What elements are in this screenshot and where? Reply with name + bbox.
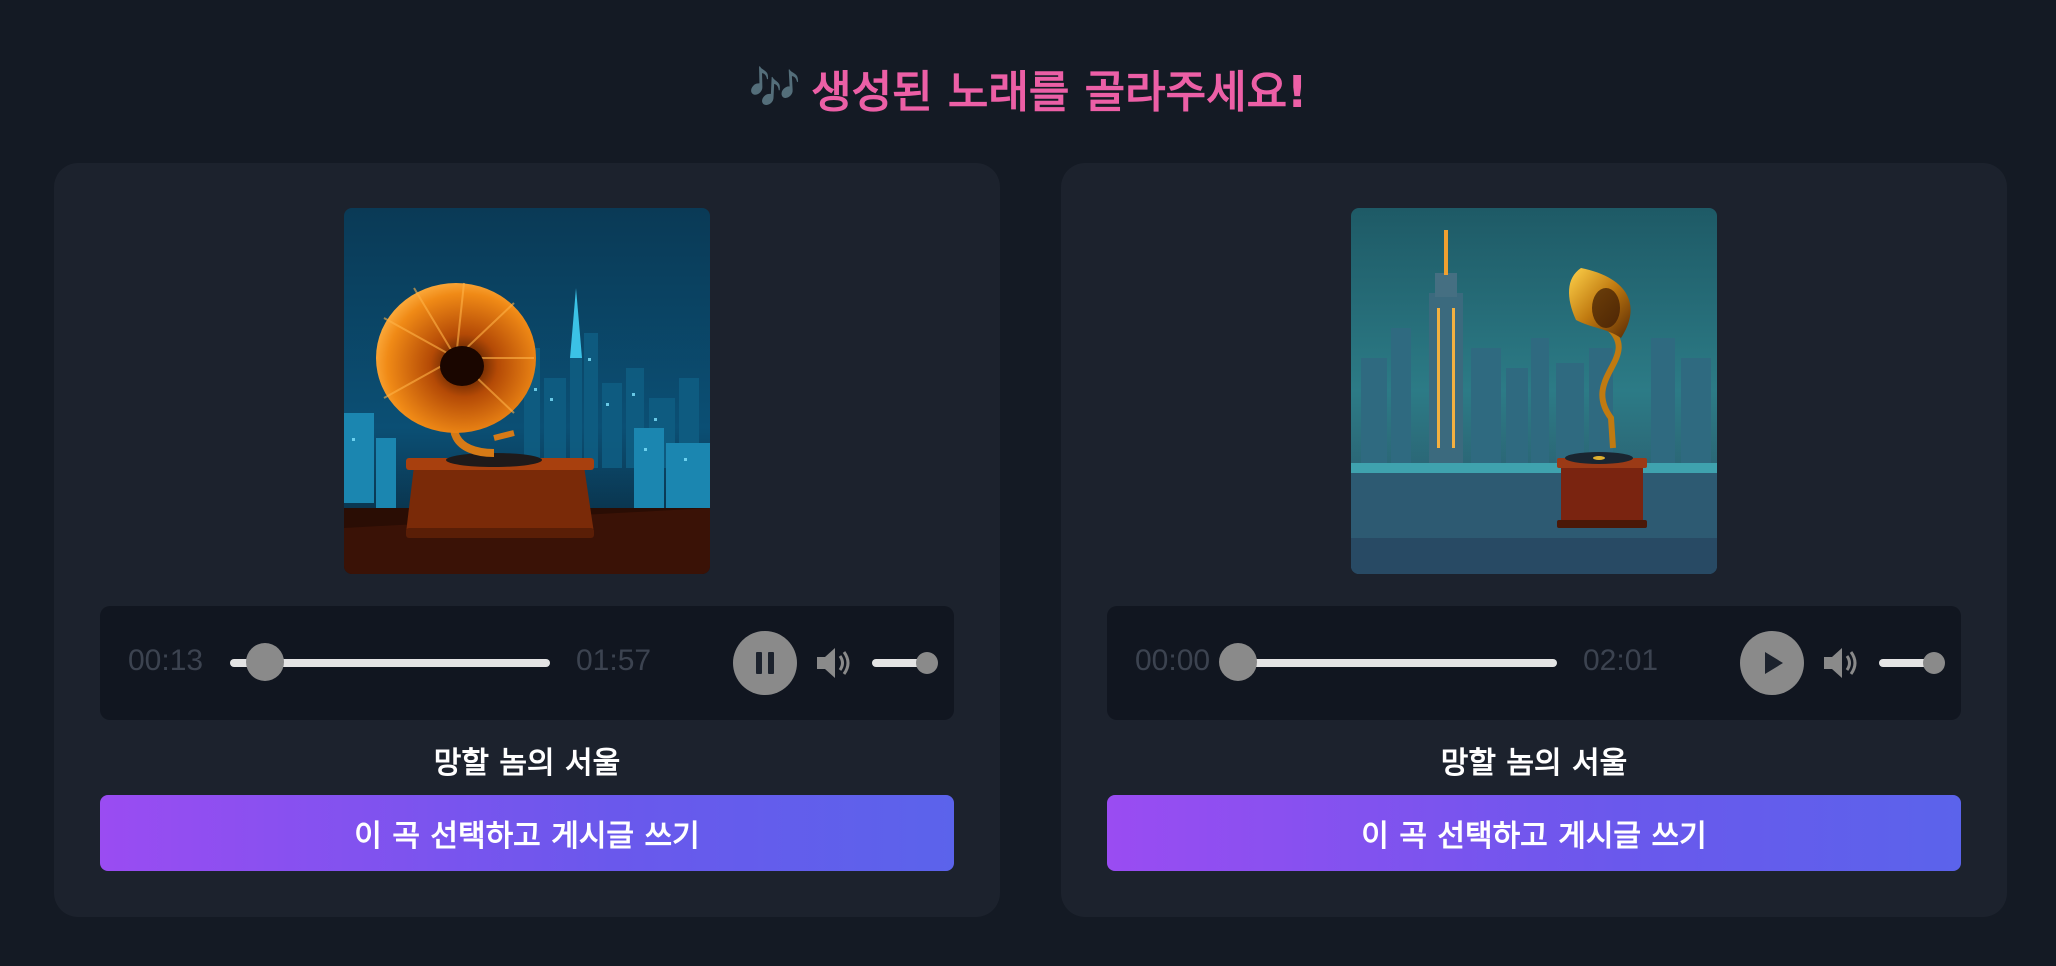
- duration: 01:57: [576, 644, 652, 677]
- song-card: 00:13 01:57 망할 놈의 서울 이 곡 선택하고 게시글 쓰기: [54, 163, 1000, 917]
- song-title: 망할 놈의 서울: [1440, 746, 1628, 781]
- music-notes-icon: 🎶: [748, 63, 802, 112]
- volume-thumb[interactable]: [916, 652, 938, 674]
- select-song-button[interactable]: 이 곡 선택하고 게시글 쓰기: [100, 795, 954, 871]
- progress-track[interactable]: [1237, 659, 1557, 667]
- volume-icon[interactable]: [1820, 643, 1860, 683]
- current-time: 00:13: [128, 644, 204, 677]
- page-title-text: 생성된 노래를 골라주세요!: [811, 67, 1308, 118]
- progress-thumb[interactable]: [246, 643, 284, 681]
- song-title: 망할 놈의 서울: [433, 746, 621, 781]
- cover-image: [344, 208, 710, 574]
- current-time: 00:00: [1135, 644, 1211, 677]
- pause-button[interactable]: [733, 631, 797, 695]
- volume-icon[interactable]: [813, 643, 853, 683]
- audio-player: 00:13 01:57: [100, 606, 954, 720]
- song-card: 00:00 02:01 망할 놈의 서울 이 곡 선택하고 게시글 쓰기: [1061, 163, 2007, 917]
- gramophone-skyline-image: [1351, 208, 1717, 574]
- cover-image: [1351, 208, 1717, 574]
- pause-icon: [756, 652, 774, 674]
- play-icon: [1765, 652, 1783, 674]
- gramophone-night-city-image: [344, 208, 710, 574]
- song-selection-page: 🎶 생성된 노래를 골라주세요! 00:13 01:57 망할 놈의 서울 이 …: [0, 0, 2056, 966]
- page-title: 🎶 생성된 노래를 골라주세요!: [0, 56, 2056, 120]
- select-song-button[interactable]: 이 곡 선택하고 게시글 쓰기: [1107, 795, 1961, 871]
- play-button[interactable]: [1740, 631, 1804, 695]
- audio-player: 00:00 02:01: [1107, 606, 1961, 720]
- progress-thumb[interactable]: [1219, 643, 1257, 681]
- duration: 02:01: [1583, 644, 1659, 677]
- volume-thumb[interactable]: [1923, 652, 1945, 674]
